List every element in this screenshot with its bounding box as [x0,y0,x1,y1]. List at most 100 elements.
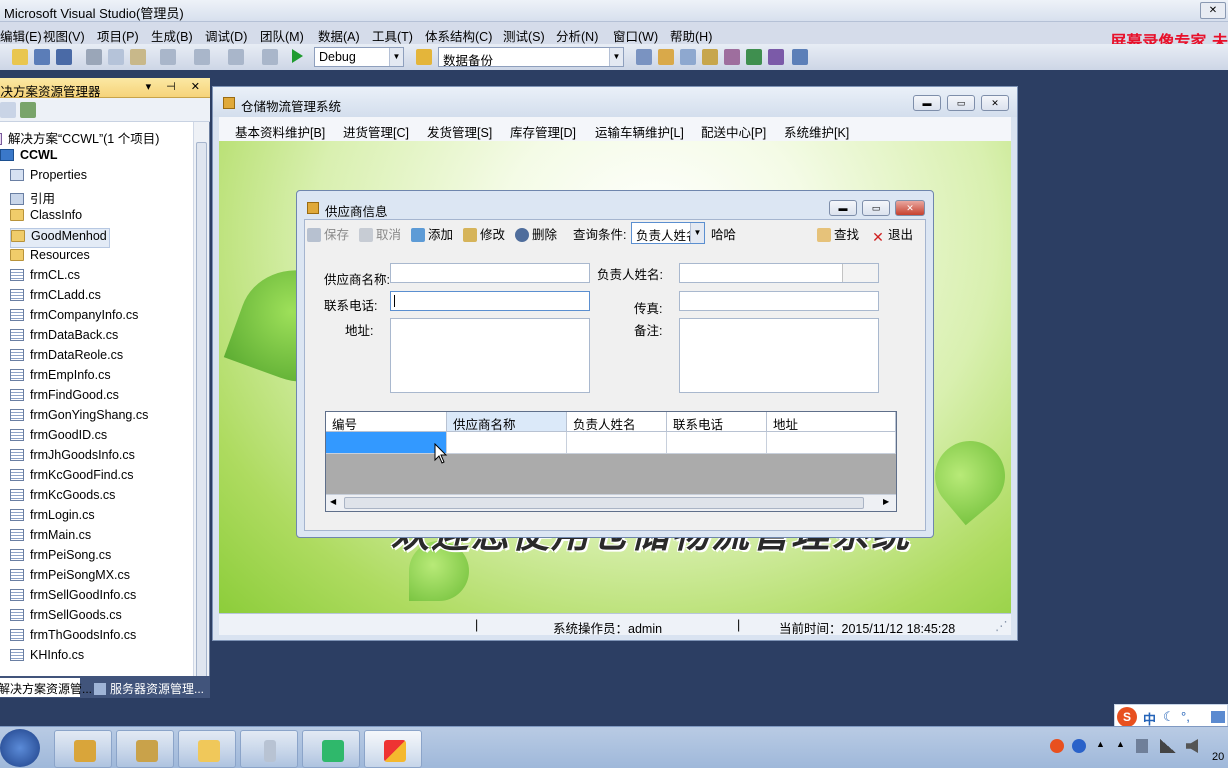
dialog-maximize-button[interactable]: ▭ [862,200,890,216]
tree-item[interactable]: frmCL.cs [10,268,80,288]
menu-vehicles[interactable]: 运输车辆维护[L] [595,122,684,141]
copy-icon[interactable] [108,49,124,65]
cut-icon[interactable] [86,49,102,65]
taskbar-app-vs-tools[interactable] [54,730,112,768]
dialog-close-button[interactable]: ✕ [895,200,925,216]
chevron-down-icon[interactable]: ▼ [609,48,623,66]
start-page-icon[interactable] [746,49,762,65]
vs-menu-window[interactable]: 窗口(W) [613,26,658,45]
cancel-button[interactable]: 取消 [359,224,401,243]
add-button[interactable]: 添加 [411,224,453,243]
network-icon[interactable] [1160,739,1176,753]
clock[interactable]: 20 [1212,751,1224,763]
vs-close-button[interactable]: ✕ [1200,2,1226,19]
close-button[interactable]: ✕ [981,95,1009,111]
menu-shipping[interactable]: 发货管理[S] [427,122,492,141]
object-browser-icon[interactable] [680,49,696,65]
scroll-right-icon[interactable]: ▶ [883,497,889,506]
tree-item[interactable]: GoodMenhod [10,228,110,248]
tree-item[interactable]: Properties [10,168,87,188]
solution-explorer-scrollbar[interactable] [193,122,209,682]
table-cell[interactable] [767,432,896,454]
menu-distribution[interactable]: 配送中心[P] [701,122,766,141]
table-cell[interactable] [567,432,667,454]
fax-field[interactable] [679,291,879,311]
vs-menu-analyze[interactable]: 分析(N) [556,26,598,45]
search-combo[interactable]: 数据备份 ▼ [438,47,624,67]
sogou-tray-icon[interactable] [1050,739,1064,753]
vs-menu-build[interactable]: 生成(B) [151,26,193,45]
delete-button[interactable]: 删除 [515,224,557,243]
config-combo[interactable]: Debug ▼ [314,47,404,67]
save-button[interactable]: 保存 [307,224,349,243]
device-tray-icon[interactable] [1136,739,1148,753]
save-all-icon[interactable] [56,49,72,65]
tree-item[interactable]: frmSellGoods.cs [10,608,122,628]
menu-purchase[interactable]: 进货管理[C] [343,122,409,141]
tree-item[interactable]: frmDataReole.cs [10,348,123,368]
tree-item[interactable]: KHInfo.cs [10,648,84,668]
vs-menu-edit[interactable]: 编辑(E) [0,26,42,45]
open-folder-icon[interactable] [12,49,28,65]
column-header-address[interactable]: 地址 [767,412,896,432]
volume-icon[interactable] [1186,739,1198,753]
tree-item[interactable]: frmGonYingShang.cs [10,408,148,428]
tree-item[interactable]: frmSellGoodInfo.cs [10,588,136,608]
tree-item[interactable]: Resources [10,248,90,268]
solution-explorer-icon[interactable] [636,49,652,65]
phone-field[interactable] [390,291,590,311]
find-in-files-icon[interactable] [416,49,432,65]
navigate-forward-icon[interactable] [262,49,278,65]
field-dropdown-button[interactable] [842,264,878,282]
tools-icon[interactable] [724,49,740,65]
tree-item[interactable]: frmLogin.cs [10,508,95,528]
scrollbar-thumb[interactable] [344,497,864,509]
scroll-left-icon[interactable]: ◀ [330,497,336,506]
find-button[interactable]: 查找 [817,224,859,243]
window-layout-icon[interactable] [792,49,808,65]
extension-icon[interactable] [768,49,784,65]
tree-item[interactable]: frmFindGood.cs [10,388,119,408]
vs-menu-architecture[interactable]: 体系结构(C) [425,26,492,45]
tree-item[interactable]: frmKcGoods.cs [10,488,115,508]
table-cell[interactable] [447,432,567,454]
tab-server-explorer[interactable]: 服务器资源管理... [90,678,208,697]
remark-field[interactable] [679,318,879,393]
edit-button[interactable]: 修改 [463,224,505,243]
tab-solution-explorer[interactable]: 解决方案资源管... [0,678,92,697]
query-value-field[interactable]: 哈哈 [711,224,736,243]
vs-menu-view[interactable]: 视图(V) [43,26,85,45]
taskbar-app-server[interactable] [240,730,298,768]
taskbar-app-active[interactable] [364,730,422,768]
tree-item[interactable]: frmGoodID.cs [10,428,107,448]
column-header-phone[interactable]: 联系电话 [667,412,767,432]
refresh-icon[interactable] [20,102,36,118]
menu-basic-data[interactable]: 基本资料维护[B] [235,122,325,141]
vs-menu-test[interactable]: 测试(S) [503,26,545,45]
supplier-name-field[interactable] [390,263,590,283]
tree-solution[interactable]: 解决方案“CCWL”(1 个项目) [0,128,159,148]
panel-buttons[interactable]: ▾ ⊣ ✕ [146,80,206,93]
chevron-down-icon[interactable]: ▼ [690,223,704,243]
tray-arrow-icon[interactable]: ▲ [1116,739,1125,749]
taskbar-app-explorer[interactable] [178,730,236,768]
tree-item[interactable]: frmJhGoodsInfo.cs [10,448,135,468]
grid-horizontal-scrollbar[interactable]: ◀ ▶ [326,494,896,511]
tree-item[interactable]: frmThGoodsInfo.cs [10,628,136,648]
taskbar-app-green[interactable] [302,730,360,768]
tree-item[interactable]: frmPeiSong.cs [10,548,111,568]
exit-button[interactable]: ✕ 退出 [871,224,913,244]
resize-grip[interactable]: ⋰ [995,618,1008,633]
vs-menu-tools[interactable]: 工具(T) [372,26,413,45]
tree-item[interactable]: frmMain.cs [10,528,91,548]
ime-toolbar[interactable]: S 中 ☾ °, [1114,704,1228,728]
tree-item[interactable]: frmCompanyInfo.cs [10,308,138,328]
minimize-button[interactable]: ▬ [913,95,941,111]
tree-item[interactable]: 引用 [10,188,55,208]
tree-item[interactable]: frmPeiSongMX.cs [10,568,130,588]
menu-inventory[interactable]: 库存管理[D] [510,122,576,141]
column-header-id[interactable]: 编号 [326,412,447,432]
save-icon[interactable] [34,49,50,65]
tree-item[interactable]: frmEmpInfo.cs [10,368,111,388]
chevron-down-icon[interactable]: ▼ [389,48,403,66]
